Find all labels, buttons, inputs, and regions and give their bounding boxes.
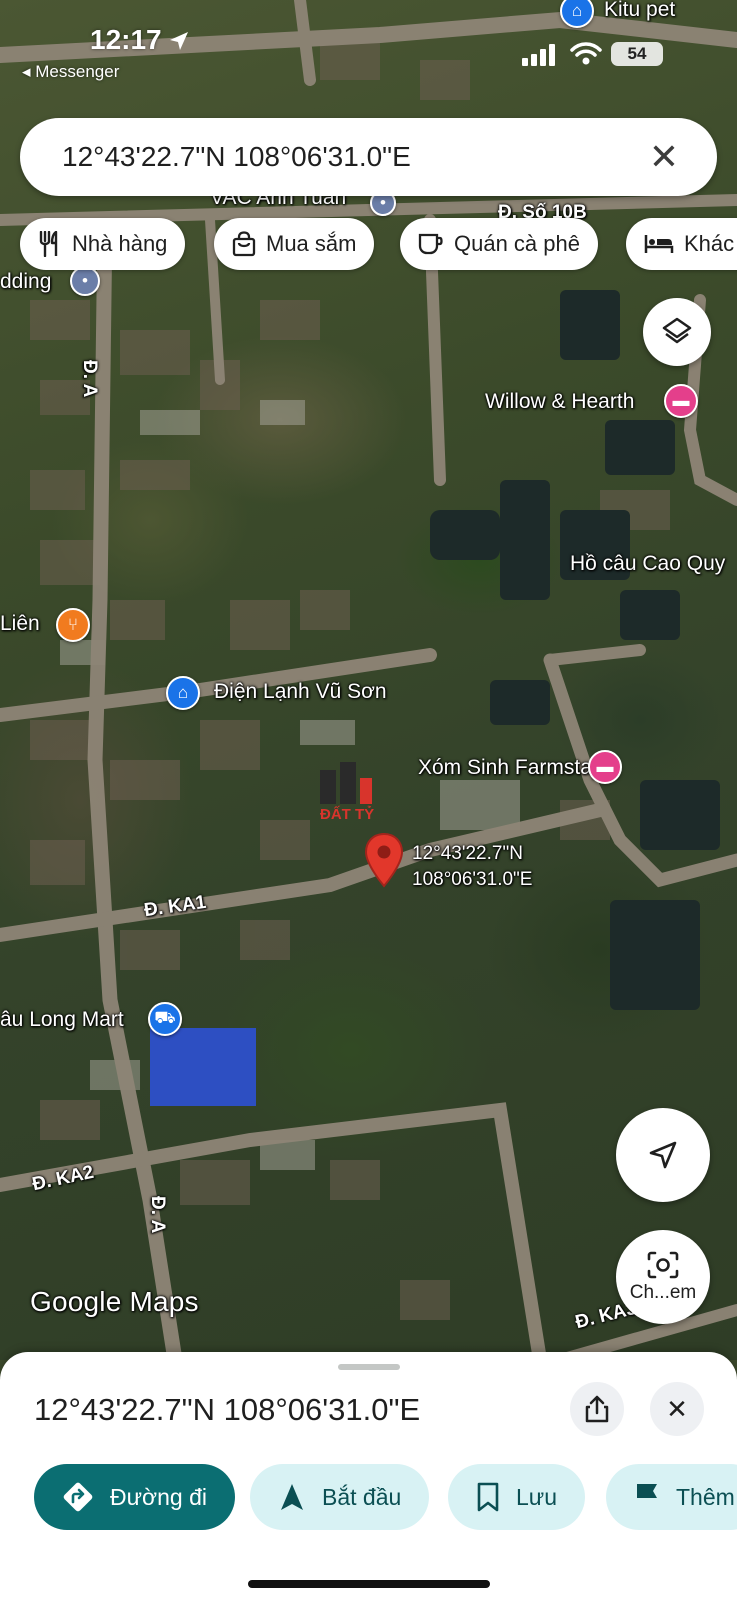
battery-indicator: 54 — [611, 42, 663, 66]
watermark-logo: ĐẤT TỶ — [320, 762, 430, 830]
pin-coordinate-lng: 108°06'31.0"E — [412, 869, 533, 890]
clear-search-icon[interactable]: ✕ — [649, 139, 679, 175]
wifi-icon — [570, 42, 602, 65]
google-maps-brand: Google Maps — [30, 1286, 199, 1317]
poi-ho-cau[interactable]: Hồ câu Cao Quy — [570, 552, 725, 576]
close-sheet-button[interactable]: ✕ — [650, 1382, 704, 1436]
directions-icon — [63, 1482, 93, 1512]
start-label: Bắt đầu — [322, 1483, 402, 1510]
start-button[interactable]: Bắt đầu — [250, 1464, 430, 1530]
search-query[interactable]: 12°43'22.7"N 108°06'31.0"E — [62, 141, 649, 173]
status-time: 12:17 — [90, 24, 162, 55]
chip-label: Nhà hàng — [72, 231, 168, 256]
chip-shopping[interactable]: Mua sắm — [214, 218, 375, 270]
poi-dien-lanh[interactable]: Điện Lạnh Vũ Sơn — [214, 680, 387, 704]
hotel-pin-willow[interactable]: ▬ — [664, 384, 698, 418]
search-bar[interactable]: 12°43'22.7"N 108°06'31.0"E ✕ — [20, 118, 717, 196]
navigation-arrow-icon — [281, 1484, 303, 1510]
coffee-cup-icon — [418, 233, 443, 255]
watermark-text: ĐẤT TỶ — [320, 806, 375, 823]
chip-more[interactable]: Khác — [626, 218, 737, 270]
poi-xom-sinh[interactable]: Xóm Sinh Farmstay — [418, 756, 602, 780]
bookmark-icon — [477, 1482, 499, 1512]
shopping-bag-icon — [232, 231, 256, 257]
sheet-drag-handle[interactable] — [338, 1364, 400, 1370]
share-button[interactable] — [570, 1382, 624, 1436]
road-label-a-top: Đ. A — [79, 360, 100, 398]
status-bar: 12:17 ◂ Messenger 54 — [0, 0, 737, 84]
flag-icon — [637, 1484, 657, 1510]
venue-pin[interactable]: • — [70, 266, 100, 296]
layers-icon — [662, 317, 692, 344]
hotel-pin-xom-sinh[interactable]: ▬ — [588, 750, 622, 784]
dropped-pin-icon[interactable] — [364, 832, 404, 888]
restaurant-icon — [39, 231, 58, 257]
chip-label: Khác — [684, 231, 735, 256]
more-label: Thêm — [676, 1483, 735, 1510]
camera-lens-icon — [647, 1251, 679, 1279]
my-location-button[interactable] — [616, 1108, 710, 1202]
poi-lien[interactable]: Liên — [0, 612, 40, 636]
directions-button[interactable]: Đường đi — [34, 1464, 235, 1530]
sheet-title: 12°43'22.7"N 108°06'31.0"E — [34, 1392, 421, 1427]
chip-restaurants[interactable]: Nhà hàng — [20, 218, 186, 270]
poi-wedding[interactable]: dding — [0, 270, 51, 294]
chip-label: Quán cà phê — [454, 231, 580, 256]
navigation-arrow-icon — [649, 1141, 677, 1169]
pin-coordinate-lat: 12°43'22.7"N — [412, 843, 523, 864]
shop-pin-dien-lanh[interactable]: ⌂ — [166, 676, 200, 710]
close-icon: ✕ — [666, 1393, 688, 1424]
lens-label: Ch...em — [629, 1282, 697, 1303]
back-to-app-link[interactable]: ◂ Messenger — [22, 62, 119, 82]
cellular-signal-icon — [522, 44, 555, 66]
layers-button[interactable] — [643, 298, 711, 366]
share-icon — [585, 1395, 609, 1423]
poi-long-mart[interactable]: âu Long Mart — [0, 1008, 124, 1032]
save-label: Lưu — [516, 1483, 557, 1510]
home-indicator[interactable] — [248, 1580, 490, 1588]
chip-coffee[interactable]: Quán cà phê — [400, 218, 598, 270]
bed-icon — [644, 235, 674, 253]
cart-pin[interactable]: ⛟ — [148, 1002, 182, 1036]
save-button[interactable]: Lưu — [448, 1464, 585, 1530]
more-button[interactable]: Thêm — [606, 1464, 737, 1530]
blue-roof — [150, 1028, 256, 1106]
chip-label: Mua sắm — [266, 231, 357, 256]
directions-label: Đường đi — [110, 1483, 207, 1510]
google-lens-button[interactable]: Ch...em — [616, 1230, 710, 1324]
restaurant-pin[interactable]: ⑂ — [56, 608, 90, 642]
location-arrow-icon — [170, 32, 188, 50]
road-label-a-bottom: Đ. A — [147, 1196, 168, 1234]
poi-willow-hearth[interactable]: Willow & Hearth — [485, 390, 634, 414]
